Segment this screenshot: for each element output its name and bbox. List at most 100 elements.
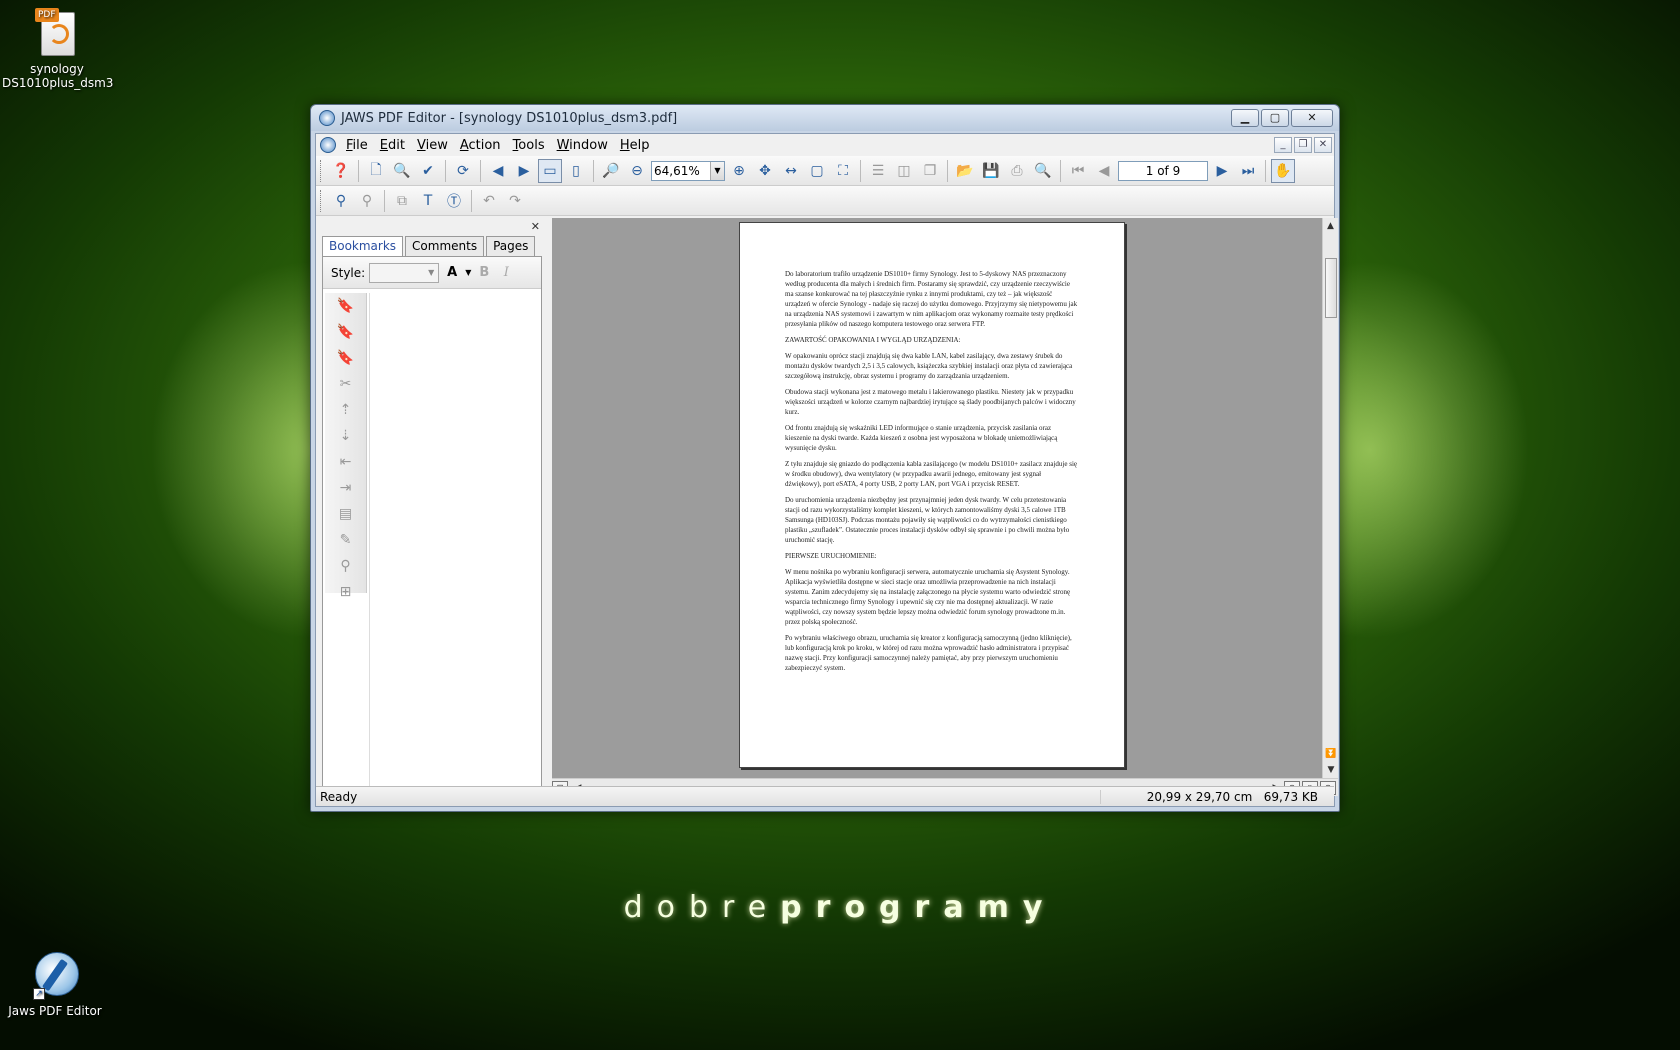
text-box-icon[interactable]: Ⓣ	[442, 189, 466, 213]
help-icon[interactable]: ❓	[329, 159, 353, 183]
first-page-icon[interactable]: ⏮	[1066, 159, 1090, 183]
italic-button[interactable]: I	[497, 265, 515, 280]
font-color-button[interactable]: A	[443, 265, 461, 280]
bookmarks-panel: Style: ▼ A ▼ B I 🔖 🔖 🔖 ✂ ⇡ ⇣ ⇤ ⇥ ▤ ✎ ⚲ ⊞	[322, 256, 542, 790]
cascade-icon[interactable]: ❐	[918, 159, 942, 183]
bookmark-properties-icon[interactable]: ▤	[325, 501, 366, 527]
find-next-icon[interactable]: ⚲	[355, 189, 379, 213]
zoom-plus-icon[interactable]: ⊕	[727, 159, 751, 183]
zoom-select[interactable]: 64,61% ▼	[651, 160, 725, 181]
tab-pages[interactable]: Pages	[486, 236, 536, 256]
split-vertical-icon[interactable]: ◫	[892, 159, 916, 183]
bold-button[interactable]: B	[475, 265, 493, 280]
move-down-icon[interactable]: ⇣	[325, 423, 366, 449]
main-toolbar: ❓ 🗋 🔍 ✔ ⟳ ◀ ▶ ▭ ▯ 🔎 ⊖ 64,61% ▼ ⊕ ✥ ↔ ▢ ⛶	[316, 156, 1334, 186]
tab-bookmarks[interactable]: Bookmarks	[322, 236, 404, 256]
navigation-panel: ✕ Bookmarks Comments Pages Style: ▼ A ▼ …	[318, 218, 544, 792]
menu-help[interactable]: Help	[614, 138, 656, 153]
find-document-icon[interactable]: 🔍	[390, 159, 414, 183]
new-document-icon[interactable]: 🗋	[364, 159, 388, 183]
minimize-button[interactable]: ▁	[1231, 109, 1259, 127]
last-page-icon[interactable]: ⏭	[1236, 159, 1260, 183]
scroll-thumb[interactable]	[1325, 258, 1337, 318]
menu-edit[interactable]: Edit	[374, 138, 411, 153]
menu-bar: File Edit View Action Tools Window Help …	[316, 134, 1334, 156]
rename-bookmark-icon[interactable]: ✎	[325, 527, 366, 553]
text-tool-icon[interactable]: T	[416, 189, 440, 213]
paragraph: Obudowa stacji wykonana jest z matowego …	[785, 388, 1076, 416]
brand-bold: programy	[780, 890, 1057, 925]
document-view[interactable]: Do laboratorium trafiło urządzenie DS101…	[552, 218, 1322, 778]
hand-tool-icon[interactable]: ✋	[1271, 158, 1295, 183]
undo-icon[interactable]: ↶	[477, 189, 501, 213]
new-bookmark-icon[interactable]: 🔖	[325, 293, 366, 319]
single-page-icon[interactable]: ▢	[805, 159, 829, 183]
jaws-pdf-editor-icon: ↗	[33, 950, 79, 1000]
document-check-icon[interactable]: ✔	[416, 159, 440, 183]
zoom-in-icon[interactable]: 🔎	[599, 159, 623, 183]
new-child-bookmark-icon[interactable]: 🔖	[325, 319, 366, 345]
menu-tools[interactable]: Tools	[507, 138, 551, 153]
previous-page-icon[interactable]: ◀	[1092, 159, 1116, 183]
menu-file[interactable]: File	[340, 138, 374, 153]
scroll-up-icon[interactable]: ▲	[1323, 218, 1338, 234]
paragraph: W menu nośnika po wybraniu konfiguracji …	[785, 568, 1071, 626]
open-folder-icon[interactable]: 📂	[953, 159, 977, 183]
menu-action[interactable]: Action	[454, 138, 507, 153]
app-window: JAWS PDF Editor - [synology DS1010plus_d…	[310, 104, 1340, 812]
doc-close-button[interactable]: ✕	[1314, 137, 1332, 153]
desktop-icon-pdf-file[interactable]: PDF synology DS1010plus_dsm3	[2, 8, 113, 90]
fit-width-icon[interactable]: ▭	[538, 158, 562, 183]
expand-all-icon[interactable]: ⊞	[325, 579, 366, 605]
page-number-field[interactable]: 1 of 9	[1118, 160, 1208, 181]
split-horizontal-icon[interactable]: ☰	[866, 159, 890, 183]
paragraph: Do uruchomienia urządzenia niezbędny jes…	[785, 496, 1070, 544]
bookmark-selection-icon[interactable]: 🔖	[325, 345, 366, 371]
brand-light: dobre	[623, 890, 781, 925]
document-menu-icon[interactable]	[320, 137, 336, 153]
copy-icon[interactable]: ⧉	[390, 189, 414, 213]
outdent-icon[interactable]: ⇤	[325, 449, 366, 475]
paragraph: Z tyłu znajduje się gniazdo do podłączen…	[785, 460, 1078, 488]
fit-all-icon[interactable]: ✥	[753, 159, 777, 183]
style-select[interactable]: ▼	[369, 262, 440, 283]
print-icon[interactable]: ⎙	[1005, 159, 1029, 183]
chevron-down-icon[interactable]: ▼	[465, 268, 471, 277]
maximize-button[interactable]: ▢	[1261, 109, 1289, 127]
zoom-out-icon[interactable]: ⊖	[625, 159, 649, 183]
bookmark-list[interactable]	[369, 293, 541, 789]
full-screen-icon[interactable]: ⛶	[831, 159, 855, 183]
doc-minimize-button[interactable]: _	[1274, 137, 1292, 153]
delete-bookmark-icon[interactable]: ✂	[325, 371, 366, 397]
panel-close-icon[interactable]: ✕	[531, 220, 540, 233]
chevron-down-icon[interactable]: ▼	[710, 161, 724, 180]
brand-logo: dobreprogramy	[0, 890, 1680, 925]
find-icon[interactable]: ⚲	[329, 189, 353, 213]
move-up-icon[interactable]: ⇡	[325, 397, 366, 423]
desktop-icon-jaws-pdf-editor[interactable]: ↗ Jaws PDF Editor	[0, 950, 110, 1018]
save-icon[interactable]: 💾	[979, 159, 1003, 183]
menu-window[interactable]: Window	[551, 138, 614, 153]
find-bookmark-icon[interactable]: ⚲	[325, 553, 366, 579]
web-capture-icon[interactable]: ⟳	[451, 159, 475, 183]
menu-view[interactable]: View	[411, 138, 454, 153]
next-page-icon[interactable]: ▶	[1210, 159, 1234, 183]
page-size: 20,99 x 29,70 cm 69,73 KB	[1099, 789, 1334, 804]
tab-comments[interactable]: Comments	[405, 236, 485, 256]
forward-icon[interactable]: ▶	[512, 159, 536, 183]
fit-page-icon[interactable]: ▯	[564, 159, 588, 183]
title-bar[interactable]: JAWS PDF Editor - [synology DS1010plus_d…	[311, 105, 1339, 131]
close-button[interactable]: ✕	[1291, 109, 1333, 127]
bookmark-tools: 🔖 🔖 🔖 ✂ ⇡ ⇣ ⇤ ⇥ ▤ ✎ ⚲ ⊞	[325, 293, 367, 600]
back-icon[interactable]: ◀	[486, 159, 510, 183]
doc-restore-button[interactable]: ❐	[1294, 137, 1312, 153]
scroll-down-page-icon[interactable]: ⏬	[1323, 746, 1339, 762]
print-preview-icon[interactable]: 🔍	[1031, 159, 1055, 183]
indent-icon[interactable]: ⇥	[325, 475, 366, 501]
fit-horizontal-icon[interactable]: ↔	[779, 159, 803, 183]
scroll-down-icon[interactable]: ▼	[1323, 762, 1339, 778]
vertical-scrollbar[interactable]: ▲ ⏬ ▼	[1322, 218, 1338, 778]
chevron-down-icon[interactable]: ▼	[424, 264, 438, 282]
redo-icon[interactable]: ↷	[503, 189, 527, 213]
window-title: JAWS PDF Editor - [synology DS1010plus_d…	[341, 110, 678, 126]
